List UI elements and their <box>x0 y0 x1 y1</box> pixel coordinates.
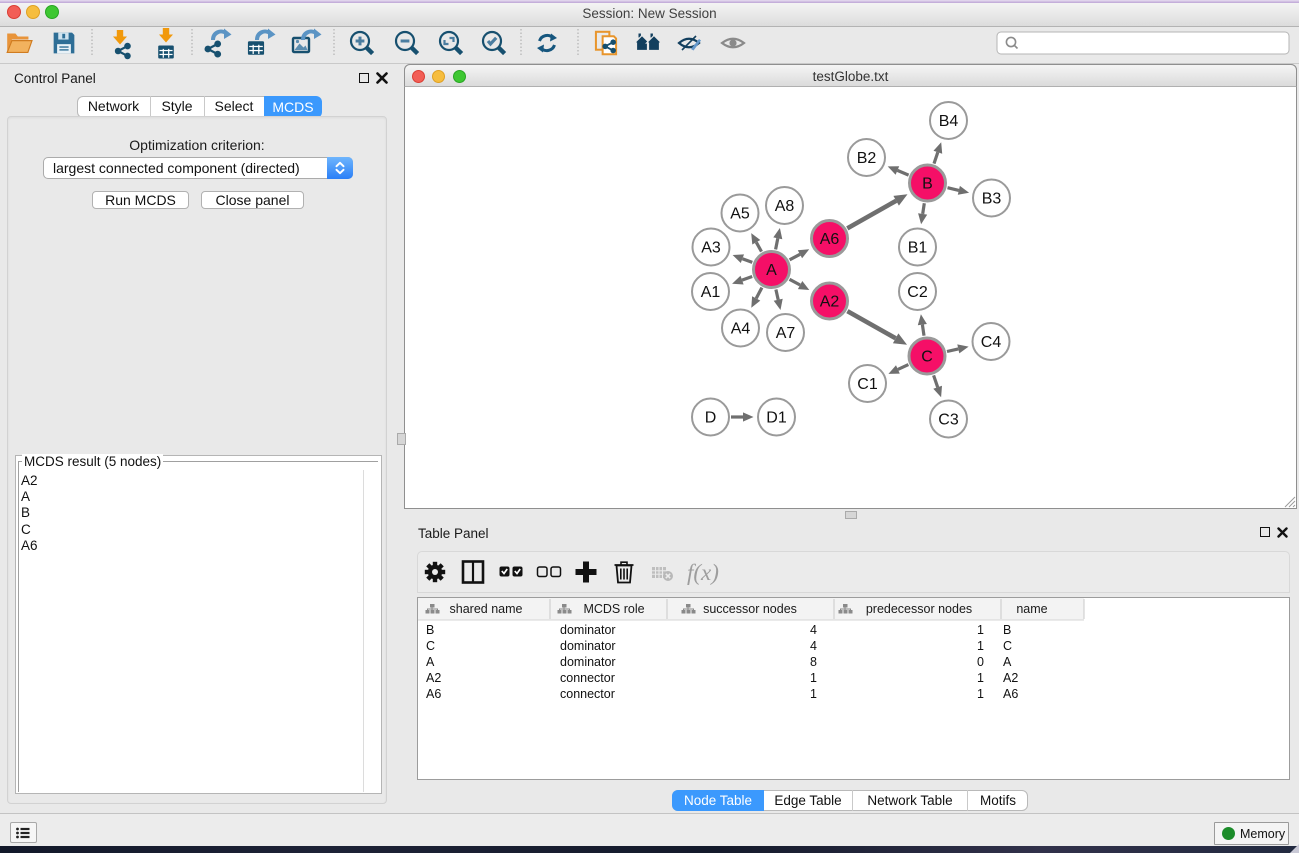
svg-text:A6: A6 <box>820 231 840 248</box>
svg-text:A7: A7 <box>776 325 796 342</box>
svg-text:B: B <box>922 176 933 193</box>
svg-text:A6: A6 <box>1003 687 1018 701</box>
svg-text:A2: A2 <box>820 294 840 311</box>
svg-text:A: A <box>766 262 777 279</box>
svg-text:A: A <box>426 655 435 669</box>
svg-text:A: A <box>1003 655 1012 669</box>
svg-text:B: B <box>426 623 434 637</box>
svg-text:D1: D1 <box>766 410 787 427</box>
svg-text:A3: A3 <box>701 240 721 257</box>
svg-text:A1: A1 <box>701 284 721 301</box>
svg-text:dominator: dominator <box>560 655 616 669</box>
svg-text:8: 8 <box>810 655 817 669</box>
svg-text:C4: C4 <box>981 334 1002 351</box>
svg-text:A8: A8 <box>775 198 795 215</box>
svg-text:1: 1 <box>977 639 984 653</box>
svg-text:C2: C2 <box>907 284 928 301</box>
svg-text:A2: A2 <box>1003 671 1018 685</box>
svg-text:MCDS role: MCDS role <box>583 602 644 616</box>
svg-text:1: 1 <box>977 671 984 685</box>
svg-text:4: 4 <box>810 623 817 637</box>
svg-text:connector: connector <box>560 671 615 685</box>
svg-text:C1: C1 <box>857 376 878 393</box>
svg-text:B3: B3 <box>982 191 1002 208</box>
svg-text:1: 1 <box>810 671 817 685</box>
svg-text:dominator: dominator <box>560 623 616 637</box>
svg-text:predecessor nodes: predecessor nodes <box>866 602 972 616</box>
svg-text:D: D <box>705 410 717 427</box>
svg-text:C: C <box>1003 639 1012 653</box>
svg-text:C: C <box>921 349 933 366</box>
svg-text:C3: C3 <box>938 412 959 429</box>
svg-text:A6: A6 <box>426 687 441 701</box>
svg-text:1: 1 <box>810 687 817 701</box>
svg-text:B4: B4 <box>939 113 959 130</box>
svg-text:B2: B2 <box>857 150 877 167</box>
svg-text:B: B <box>1003 623 1011 637</box>
svg-text:dominator: dominator <box>560 639 616 653</box>
svg-text:A5: A5 <box>730 206 750 223</box>
svg-text:C: C <box>426 639 435 653</box>
svg-text:name: name <box>1016 602 1047 616</box>
svg-text:1: 1 <box>977 687 984 701</box>
svg-text:A2: A2 <box>426 671 441 685</box>
svg-text:connector: connector <box>560 687 615 701</box>
svg-text:4: 4 <box>810 639 817 653</box>
svg-text:shared name: shared name <box>450 602 523 616</box>
svg-text:0: 0 <box>977 655 984 669</box>
svg-text:successor nodes: successor nodes <box>703 602 797 616</box>
svg-text:A4: A4 <box>731 321 751 338</box>
svg-text:f(x): f(x) <box>687 560 719 585</box>
svg-text:B1: B1 <box>908 240 928 257</box>
svg-text:1: 1 <box>977 623 984 637</box>
